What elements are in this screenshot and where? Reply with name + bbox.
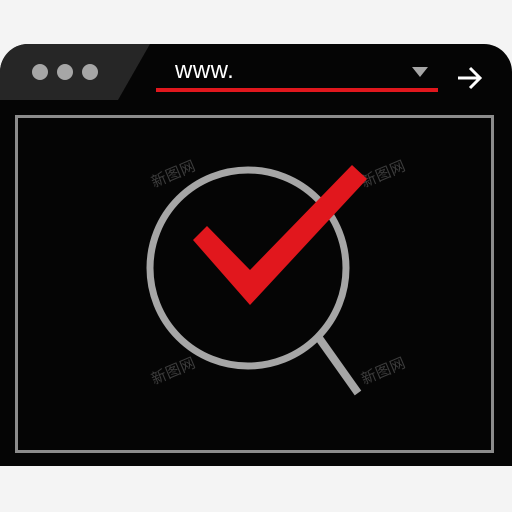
content-area-frame [15,115,494,453]
window-control-dot[interactable] [57,64,73,80]
browser-search-check-illustration: www. 新图网 新图网 新图网 新图网 [0,0,512,512]
arrow-right-icon[interactable] [454,64,486,92]
browser-window: www. [0,44,512,466]
window-control-dot[interactable] [82,64,98,80]
window-controls-panel [0,44,150,100]
address-bar-input[interactable]: www. [175,56,234,86]
triangle-down-icon[interactable] [411,66,429,78]
window-control-dot[interactable] [32,64,48,80]
address-bar-underline [156,88,438,92]
